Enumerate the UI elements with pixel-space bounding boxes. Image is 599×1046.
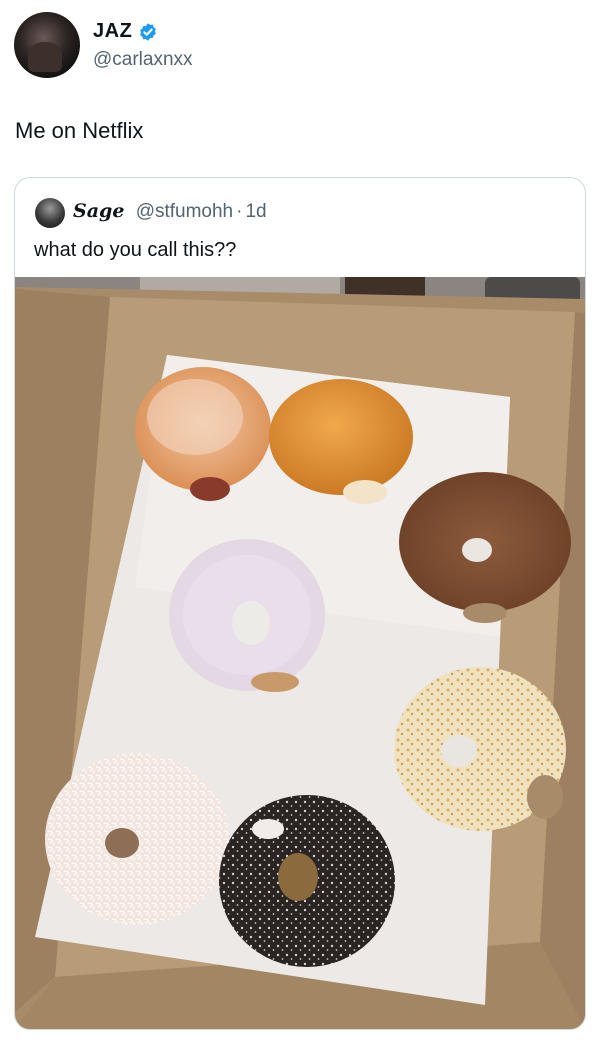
donut-crumb <box>394 667 566 831</box>
quoted-tweet-card[interactable]: Sage @stfumohh · 1d what do you call this?… <box>14 177 586 1030</box>
author-name-row: JAZ <box>93 20 158 43</box>
author-handle[interactable]: @carlaxnxx <box>93 49 193 71</box>
verified-badge-icon <box>140 22 157 41</box>
quoted-author-name: Sage <box>73 200 125 222</box>
author-avatar[interactable] <box>14 12 80 78</box>
quoted-header: Sage @stfumohh · 1d <box>73 200 267 223</box>
quoted-author-handle: @stfumohh <box>135 201 234 222</box>
donut-purple-glaze <box>169 539 325 692</box>
donut-oreo <box>219 795 395 967</box>
quoted-timestamp: 1d <box>245 201 267 222</box>
donut-box-photo[interactable] <box>15 277 585 1029</box>
donut-coconut <box>45 753 229 925</box>
author-name[interactable]: JAZ <box>93 20 132 43</box>
tweet-text: Me on Netflix <box>15 118 144 143</box>
quoted-tweet-text: what do you call this?? <box>34 239 237 261</box>
dot-separator: · <box>236 201 243 222</box>
quoted-author-avatar[interactable] <box>35 198 65 228</box>
